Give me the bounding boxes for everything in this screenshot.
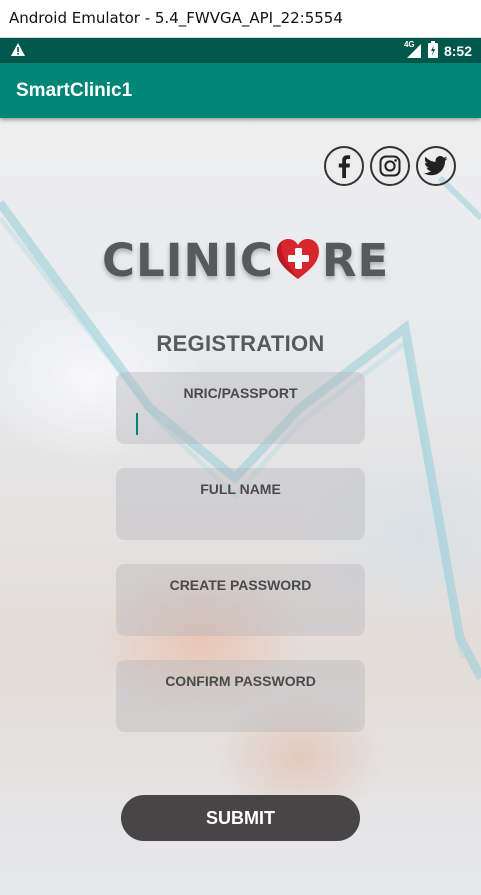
create-password-label: CREATE PASSWORD — [169, 577, 312, 593]
app-title: SmartClinic1 — [16, 80, 133, 101]
emulator-window-title: Android Emulator - 5.4_FWVGA_API_22:5554 — [9, 9, 343, 27]
network-type: 4G — [403, 40, 415, 49]
twitter-icon[interactable] — [416, 146, 456, 186]
emulator-title-bar: Android Emulator - 5.4_FWVGA_API_22:5554 — [0, 0, 481, 38]
status-time: 8:52 — [443, 43, 472, 59]
full-name-field[interactable]: FULL NAME — [116, 468, 365, 540]
create-password-input[interactable] — [134, 602, 350, 630]
full-name-input[interactable] — [134, 506, 350, 534]
clinicare-logo: CLINIC RE — [102, 230, 388, 290]
nric-passport-field[interactable]: NRIC/PASSPORT — [116, 372, 365, 444]
registration-screen: CLINIC RE REGISTRATION NRIC/PASSPORT FUL… — [0, 118, 481, 895]
logo-text-left: CLINIC — [102, 233, 274, 287]
warning-icon — [10, 42, 26, 62]
heart-cross-icon — [275, 237, 321, 283]
nric-passport-label: NRIC/PASSPORT — [183, 385, 298, 401]
confirm-password-field[interactable]: CONFIRM PASSWORD — [116, 660, 365, 732]
battery-icon — [427, 41, 438, 61]
signal-icon: 4G — [403, 40, 422, 59]
social-links — [324, 146, 456, 186]
app-bar: SmartClinic1 — [0, 63, 481, 118]
logo-text-right: RE — [321, 233, 390, 287]
registration-title: REGISTRATION — [156, 331, 325, 356]
text-cursor — [136, 413, 138, 435]
facebook-icon[interactable] — [324, 146, 364, 186]
confirm-password-label: CONFIRM PASSWORD — [165, 673, 316, 689]
submit-button[interactable]: SUBMIT — [121, 795, 360, 841]
android-status-bar: 4G 8:52 — [0, 38, 481, 63]
confirm-password-input[interactable] — [134, 698, 350, 726]
full-name-label: FULL NAME — [200, 481, 281, 497]
instagram-icon[interactable] — [370, 146, 410, 186]
nric-passport-input[interactable] — [134, 410, 350, 438]
create-password-field[interactable]: CREATE PASSWORD — [116, 564, 365, 636]
